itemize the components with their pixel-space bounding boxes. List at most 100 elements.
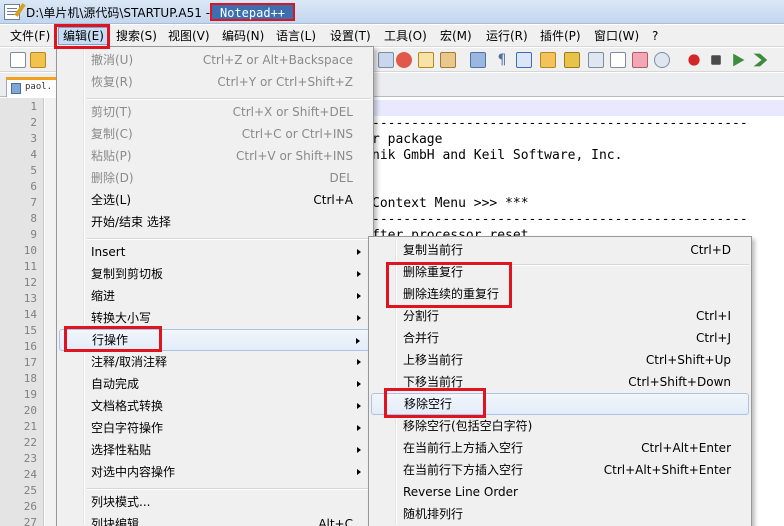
menu-encoding[interactable]: 编码(N) xyxy=(218,27,268,45)
line-number: 18 xyxy=(23,372,37,385)
play-multiple-icon[interactable] xyxy=(753,53,768,67)
line-number: 12 xyxy=(23,276,37,289)
file-tab[interactable]: paol. xyxy=(6,77,58,97)
notepad-icon xyxy=(4,4,20,20)
menu-item-redo[interactable]: 恢复(R) Ctrl+Y or Ctrl+Shift+Z xyxy=(59,71,371,93)
menu-item-auto-complete[interactable]: 自动完成 xyxy=(59,373,371,395)
doc-map-icon[interactable] xyxy=(516,52,532,68)
menu-separator xyxy=(87,238,371,239)
menu-item-column-mode[interactable]: 列块模式... xyxy=(59,491,371,513)
play-icon[interactable] xyxy=(733,53,745,67)
menu-plugins[interactable]: 插件(P) xyxy=(536,27,585,45)
menu-item-split-lines[interactable]: 分割行 Ctrl+I xyxy=(371,305,749,327)
line-number: 20 xyxy=(23,404,37,417)
code-line: ----------------------------------------… xyxy=(372,116,748,131)
record-macro-icon[interactable] xyxy=(632,52,648,68)
eye-icon[interactable] xyxy=(654,52,670,68)
title-bar: D:\单片机\源代码\STARTUP.A51 - Notepad++ xyxy=(0,0,784,24)
menu-item-undo[interactable]: 撤消(U) Ctrl+Z or Alt+Backspace xyxy=(59,49,371,71)
menu-item-eol-conversion[interactable]: 文档格式转换 xyxy=(59,395,371,417)
menu-item-on-selection[interactable]: 对选中内容操作 xyxy=(59,461,371,483)
menu-edit[interactable]: 编辑(E) xyxy=(58,27,109,45)
line-number: 21 xyxy=(23,420,37,433)
line-operations-submenu: 复制当前行 Ctrl+D 删除重复行 删除连续的重复行 分割行 Ctrl+I 合并行… xyxy=(368,236,752,526)
menu-item-remove-duplicate-lines[interactable]: 删除重复行 xyxy=(371,261,749,283)
line-number: 19 xyxy=(23,388,37,401)
menu-window[interactable]: 窗口(W) xyxy=(590,27,643,45)
menu-item-insert-blank-below[interactable]: 在当前行下方插入空行 Ctrl+Alt+Shift+Enter xyxy=(371,459,749,481)
open-file-icon[interactable] xyxy=(30,52,46,68)
line-number: 26 xyxy=(23,500,37,513)
menu-language[interactable]: 语言(L) xyxy=(272,27,320,45)
menu-macro[interactable]: 宏(M) xyxy=(436,27,476,45)
folder-workspace-icon[interactable] xyxy=(564,52,580,68)
menu-tools[interactable]: 工具(O) xyxy=(380,27,431,45)
new-file-icon[interactable] xyxy=(10,52,26,68)
monitor-icon[interactable] xyxy=(588,52,604,68)
submenu-arrow-icon xyxy=(357,293,361,299)
line-number: 7 xyxy=(30,196,37,209)
menu-help[interactable]: ? xyxy=(648,27,662,45)
function-list-icon[interactable] xyxy=(540,52,556,68)
menu-item-select-all[interactable]: 全选(L) Ctrl+A xyxy=(59,189,371,211)
menu-file[interactable]: 文件(F) xyxy=(6,27,54,45)
indent-guide-icon[interactable] xyxy=(440,52,456,68)
menu-item-column-editor[interactable]: 列块编辑 Alt+C xyxy=(59,513,371,526)
line-number: 5 xyxy=(30,164,37,177)
menu-item-copy[interactable]: 复制(C) Ctrl+C or Ctrl+INS xyxy=(59,123,371,145)
line-number: 13 xyxy=(23,292,37,305)
submenu-arrow-icon xyxy=(357,425,361,431)
menu-item-randomize-lines[interactable]: 随机排列行 xyxy=(371,503,749,525)
menu-item-remove-empty-lines-blank[interactable]: 移除空行(包括空白字符) xyxy=(371,415,749,437)
menu-item-line-operations[interactable]: 行操作 xyxy=(59,329,371,351)
zoom-icon[interactable] xyxy=(378,52,394,68)
menu-item-blank-operations[interactable]: 空白字符操作 xyxy=(59,417,371,439)
line-number: 10 xyxy=(23,244,37,257)
menu-item-paste[interactable]: 粘贴(P) Ctrl+V or Shift+INS xyxy=(59,145,371,167)
menu-item-copy-to-clipboard[interactable]: 复制到剪切板 xyxy=(59,263,371,285)
menu-search[interactable]: 搜索(S) xyxy=(112,27,161,45)
menu-item-begin-end-select[interactable]: 开始/结束 选择 xyxy=(59,211,371,233)
line-number: 23 xyxy=(23,452,37,465)
menu-item-cut[interactable]: 剪切(T) Ctrl+X or Shift+DEL xyxy=(59,101,371,123)
submenu-arrow-icon xyxy=(357,447,361,453)
menu-item-remove-empty-lines[interactable]: 移除空行 xyxy=(371,393,749,415)
menu-item-reverse-line-order[interactable]: Reverse Line Order xyxy=(371,481,749,503)
line-number: 3 xyxy=(30,132,37,145)
menu-view[interactable]: 视图(V) xyxy=(164,27,214,45)
menu-settings[interactable]: 设置(T) xyxy=(326,27,375,45)
line-number: 24 xyxy=(23,468,37,481)
menu-run[interactable]: 运行(R) xyxy=(482,27,532,45)
menu-item-insert[interactable]: Insert xyxy=(59,241,371,263)
menu-item-duplicate-line[interactable]: 复制当前行 Ctrl+D xyxy=(371,239,749,261)
menu-item-paste-special[interactable]: 选择性粘贴 xyxy=(59,439,371,461)
menu-item-move-line-down[interactable]: 下移当前行 Ctrl+Shift+Down xyxy=(371,371,749,393)
line-number: 11 xyxy=(23,260,37,273)
wrap-icon[interactable] xyxy=(418,52,434,68)
menu-item-convert-case[interactable]: 转换大小写 xyxy=(59,307,371,329)
line-number: 14 xyxy=(23,308,37,321)
submenu-arrow-icon xyxy=(356,338,360,344)
line-number: 22 xyxy=(23,436,37,449)
menu-item-move-line-up[interactable]: 上移当前行 Ctrl+Shift+Up xyxy=(371,349,749,371)
menu-item-comment[interactable]: 注释/取消注释 xyxy=(59,351,371,373)
pilcrow-icon[interactable]: ¶ xyxy=(494,52,510,68)
document-icon[interactable] xyxy=(610,52,626,68)
menu-item-delete[interactable]: 删除(D) DEL xyxy=(59,167,371,189)
menu-separator xyxy=(87,488,371,489)
menu-item-indent[interactable]: 缩进 xyxy=(59,285,371,307)
menu-item-insert-blank-above[interactable]: 在当前行上方插入空行 Ctrl+Alt+Enter xyxy=(371,437,749,459)
menu-item-remove-consecutive-duplicates[interactable]: 删除连续的重复行 xyxy=(371,283,749,305)
menu-item-join-lines[interactable]: 合并行 Ctrl+J xyxy=(371,327,749,349)
record-icon[interactable] xyxy=(688,54,700,66)
line-number: 8 xyxy=(30,212,37,225)
stop-icon[interactable] xyxy=(711,55,721,65)
sync-icon[interactable] xyxy=(396,52,412,68)
submenu-arrow-icon xyxy=(357,315,361,321)
show-all-chars-icon[interactable] xyxy=(470,52,486,68)
line-number-gutter: 1 2 3 4 5 6 7 8 9 10 11 12 13 14 15 16 1… xyxy=(0,98,44,526)
line-number: 16 xyxy=(23,340,37,353)
line-number: 15 xyxy=(23,324,37,337)
submenu-arrow-icon xyxy=(357,403,361,409)
line-number: 9 xyxy=(30,228,37,241)
